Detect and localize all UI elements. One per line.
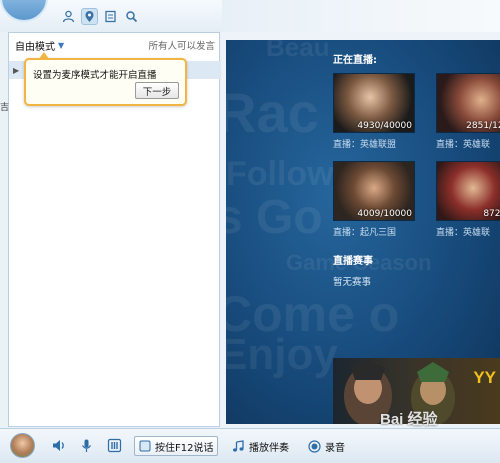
viewer-count: 872/40: [483, 209, 500, 219]
equalizer-icon[interactable]: [106, 437, 123, 454]
watermark-text: Enjoy: [226, 330, 338, 379]
no-events-text: 暂无赛事: [333, 277, 372, 288]
watermark-text: Beau: [266, 40, 330, 62]
microphone-icon[interactable]: [78, 437, 95, 454]
stream-card[interactable]: 2851/1200 直播：英雄联: [436, 73, 500, 150]
push-to-talk-label: 按住F12说话: [155, 442, 214, 454]
stream-thumbnail[interactable]: 4930/40000: [333, 73, 415, 133]
viewer-count: 2851/1200: [466, 121, 500, 131]
push-to-talk-button[interactable]: 按住F12说话: [134, 436, 219, 456]
stream-thumbnail[interactable]: 872/40: [436, 161, 500, 221]
push-to-talk-icon: [139, 440, 151, 452]
baidu-watermark: Bai 经验: [380, 411, 438, 428]
mode-label: 自由模式: [15, 41, 55, 53]
stream-card[interactable]: 4009/10000 直播：起凡三国: [333, 161, 415, 238]
stream-game: 直播：英雄联盟: [333, 140, 397, 150]
viewer-count: 4930/40000: [357, 121, 412, 131]
search-icon[interactable]: [123, 8, 140, 25]
watermark-text: s Go: [226, 191, 323, 244]
speak-permission-text: 所有人可以发言: [148, 41, 215, 52]
viewer-count: 4009/10000: [357, 209, 412, 219]
record-button[interactable]: 录音: [304, 436, 349, 456]
tip-pointer: [38, 52, 50, 60]
banner-yy-logo: YY: [473, 368, 496, 387]
top-icon-group: [60, 8, 140, 25]
stream-thumbnail[interactable]: 4009/10000: [333, 161, 415, 221]
watermark-text: Follow: [226, 155, 334, 193]
chevron-down-icon: ▼: [58, 40, 65, 50]
expand-arrow-icon[interactable]: ▶: [13, 66, 19, 75]
top-right-area: [222, 0, 500, 32]
events-title: 直播赛事: [333, 256, 373, 267]
members-icon[interactable]: [60, 8, 77, 25]
next-step-button[interactable]: 下一步: [135, 82, 179, 99]
record-label: 录音: [325, 442, 345, 454]
stream-game: 直播：英雄联: [436, 140, 491, 150]
live-panel: Beau Rac Follow s Go Game Season Come o …: [226, 40, 500, 424]
record-icon: [308, 439, 321, 453]
stream-card[interactable]: 4930/40000 直播：英雄联盟: [333, 73, 415, 150]
stream-game: 直播：英雄联: [436, 228, 491, 238]
stream-card[interactable]: 872/40 直播：英雄联: [436, 161, 500, 238]
stream-game: 直播：起凡三国: [333, 228, 397, 238]
play-music-label: 播放伴奏: [249, 442, 289, 454]
tip-text: 设置为麦序模式才能开启直播: [33, 70, 157, 81]
music-note-icon: [233, 439, 244, 452]
play-music-button[interactable]: 播放伴奏: [228, 436, 293, 456]
left-edge-glyph: 吉: [0, 103, 10, 113]
watermark-text: Rac: [226, 81, 319, 144]
location-icon[interactable]: [81, 8, 98, 25]
now-live-title: 正在直播:: [333, 55, 377, 66]
notes-icon[interactable]: [102, 8, 119, 25]
avatar[interactable]: [10, 433, 35, 458]
tip-popup: 设置为麦序模式才能开启直播 下一步: [24, 52, 187, 106]
mode-dropdown[interactable]: 自由模式 ▼: [15, 38, 64, 53]
speaker-icon[interactable]: [50, 437, 67, 454]
stream-thumbnail[interactable]: 2851/1200: [436, 73, 500, 133]
